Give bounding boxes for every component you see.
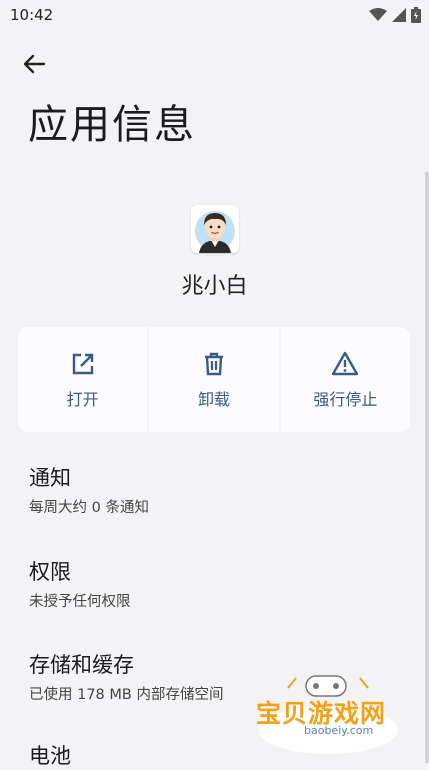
open-button-label: 打开 bbox=[66, 389, 99, 409]
status-icons bbox=[369, 7, 421, 23]
arrow-back-icon bbox=[23, 54, 46, 74]
signal-icon bbox=[392, 8, 406, 22]
status-time: 10:42 bbox=[10, 6, 54, 24]
open-external-icon bbox=[72, 353, 93, 374]
avatar-icon bbox=[195, 211, 235, 253]
battery-item[interactable]: 电池 bbox=[29, 740, 71, 770]
app-icon bbox=[191, 205, 239, 253]
uninstall-button-label: 卸载 bbox=[197, 389, 230, 409]
permissions-item[interactable]: 权限 未授予任何权限 bbox=[29, 556, 131, 611]
battery-title: 电池 bbox=[29, 744, 71, 768]
back-button[interactable] bbox=[20, 50, 48, 78]
notifications-item[interactable]: 通知 每周大约 0 条通知 bbox=[29, 462, 149, 517]
watermark-logo: 宝贝游戏网 baobeiy.com bbox=[248, 668, 408, 758]
open-button[interactable]: 打开 bbox=[18, 327, 148, 432]
storage-item[interactable]: 存储和缓存 已使用 178 MB 内部存储空间 bbox=[29, 649, 223, 704]
force-stop-button[interactable]: 强行停止 bbox=[280, 327, 410, 432]
force-stop-button-label: 强行停止 bbox=[313, 389, 378, 409]
notifications-subtitle: 每周大约 0 条通知 bbox=[29, 500, 149, 516]
watermark-domain: baobeiy.com bbox=[304, 724, 374, 737]
page-title: 应用信息 bbox=[28, 102, 196, 148]
battery-icon bbox=[411, 7, 421, 23]
status-bar: 10:42 bbox=[0, 0, 429, 30]
notifications-title: 通知 bbox=[29, 466, 71, 490]
scrollbar[interactable] bbox=[425, 172, 429, 763]
storage-subtitle: 已使用 178 MB 内部存储空间 bbox=[29, 687, 224, 703]
permissions-title: 权限 bbox=[29, 560, 71, 584]
app-name: 兆小白 bbox=[181, 274, 248, 299]
permissions-subtitle: 未授予任何权限 bbox=[29, 594, 131, 610]
uninstall-button[interactable]: 卸载 bbox=[149, 327, 279, 432]
wifi-icon bbox=[369, 8, 387, 21]
warning-icon bbox=[332, 351, 359, 375]
storage-title: 存储和缓存 bbox=[29, 653, 134, 677]
app-actions: 打开 卸载 强行停止 bbox=[18, 327, 410, 432]
trash-icon bbox=[204, 352, 223, 375]
